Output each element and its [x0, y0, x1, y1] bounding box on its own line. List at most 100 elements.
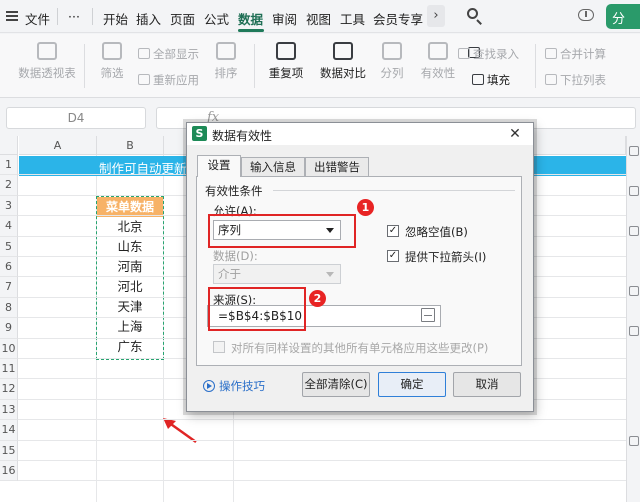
tab-insert[interactable]: 插入 — [136, 9, 161, 28]
active-tab-indicator — [238, 29, 264, 32]
dropdown-arrow-checkbox[interactable]: ✓ — [387, 250, 399, 262]
menu-separator — [57, 8, 58, 25]
tab-formula[interactable]: 公式 — [204, 9, 229, 28]
side-tool-icon[interactable] — [629, 286, 639, 296]
annotation-badge-1: 1 — [357, 199, 374, 216]
tab-page[interactable]: 页面 — [170, 9, 195, 28]
side-tool-icon[interactable] — [629, 186, 639, 196]
row-header[interactable]: 8 — [0, 297, 18, 319]
row-header[interactable]: 13 — [0, 399, 18, 421]
sort-button[interactable]: 排序 — [206, 42, 246, 81]
row-header[interactable]: 12 — [0, 379, 18, 400]
menu-file[interactable]: 文件 — [25, 9, 50, 28]
dialog-title: 数据有效性 — [212, 129, 273, 143]
row-header[interactable]: 16 — [0, 461, 18, 482]
right-side-toolbar — [626, 136, 640, 502]
data-compare-button[interactable]: 数据对比 — [314, 42, 372, 81]
dialog-titlebar[interactable]: S 数据有效性 ✕ — [187, 123, 533, 145]
menu-more[interactable]: ··· — [68, 9, 80, 24]
side-tool-icon[interactable] — [629, 226, 639, 236]
tab-data[interactable]: 数据 — [238, 9, 263, 28]
copy-selection-border — [96, 196, 164, 360]
dropdown-arrow-label[interactable]: 提供下拉箭头(I) — [405, 249, 486, 265]
row-header[interactable]: 5 — [0, 236, 18, 257]
data-compare-icon — [333, 42, 353, 60]
tab-review[interactable]: 审阅 — [272, 9, 297, 28]
search-icon[interactable] — [466, 7, 484, 25]
show-all-label: 全部显示 — [153, 47, 199, 61]
hamburger-menu-icon[interactable] — [6, 11, 18, 21]
row-header[interactable]: 3 — [0, 195, 18, 217]
split-column-button[interactable]: 分列 — [374, 42, 410, 81]
side-tool-icon[interactable] — [629, 436, 639, 446]
fill-label: 填充 — [487, 73, 510, 87]
grid-line — [18, 480, 626, 482]
share-label: 分 — [612, 12, 626, 27]
apply-all-checkbox[interactable] — [213, 341, 225, 353]
data-value: 介于 — [218, 267, 241, 281]
menu-bar: 文件 ··· 开始 插入 页面 公式 数据 审阅 视图 工具 会员专享 › 分 — [0, 0, 640, 33]
grid-line — [18, 419, 626, 421]
pivot-table-label: 数据透视表 — [18, 66, 76, 80]
column-header-a[interactable]: A — [19, 136, 97, 155]
tips-link[interactable]: 操作技巧 — [203, 378, 265, 394]
tab-tools[interactable]: 工具 — [340, 9, 365, 28]
cancel-button[interactable]: 取消 — [453, 372, 521, 397]
data-compare-label: 数据对比 — [320, 66, 366, 80]
lookup-entry-button[interactable]: 查找录入 — [458, 46, 519, 62]
row-header[interactable]: 6 — [0, 257, 18, 278]
tab-settings[interactable]: 设置 — [197, 155, 241, 177]
row-header[interactable]: 11 — [0, 359, 18, 380]
row-header[interactable]: 14 — [0, 420, 18, 441]
range-picker-icon[interactable] — [421, 308, 435, 322]
ribbon: 数据透视表 筛选 全部显示 重新应用 排序 重复项 数据对比 分列 有效性 填充… — [0, 34, 640, 98]
row-header[interactable]: 1 — [0, 155, 18, 176]
pivot-table-button[interactable]: 数据透视表 — [18, 42, 76, 81]
apply-all-label[interactable]: 对所有同样设置的其他所有单元格应用这些更改(P) — [231, 340, 488, 356]
section-title: 有效性条件 — [205, 184, 263, 198]
dropdown-list-icon — [545, 74, 557, 85]
reapply-button[interactable]: 重新应用 — [138, 72, 199, 88]
show-all-button[interactable]: 全部显示 — [138, 46, 199, 62]
grid-line — [18, 460, 626, 461]
fill-button[interactable]: 填充 — [472, 72, 510, 88]
duplicates-button[interactable]: 重复项 — [262, 42, 310, 81]
close-icon[interactable]: ✕ — [497, 123, 533, 145]
side-tool-icon[interactable] — [629, 326, 639, 336]
row-header[interactable]: 15 — [0, 440, 18, 461]
consolidate-button[interactable]: 合并计算 — [545, 46, 606, 62]
validity-label: 有效性 — [420, 66, 456, 80]
app-logo-icon: S — [192, 126, 207, 141]
chevron-right-icon[interactable]: › — [427, 5, 445, 27]
annotation-box-source — [208, 287, 306, 331]
cloud-sync-icon[interactable] — [578, 9, 594, 21]
menu-separator — [92, 8, 93, 25]
share-button[interactable]: 分 — [606, 4, 640, 29]
consolidate-label: 合并计算 — [560, 47, 606, 61]
side-tool-icon[interactable] — [629, 146, 639, 156]
column-header-b[interactable]: B — [97, 136, 164, 155]
row-header[interactable]: 9 — [0, 318, 18, 339]
tab-home[interactable]: 开始 — [103, 9, 128, 28]
row-header[interactable]: 7 — [0, 277, 18, 298]
validity-icon — [428, 42, 448, 60]
filter-button[interactable]: 筛选 — [92, 42, 132, 81]
clear-all-button[interactable]: 全部清除(C) — [302, 372, 370, 397]
row-header[interactable]: 2 — [0, 175, 18, 196]
select-all-corner[interactable] — [0, 136, 18, 155]
dropdown-list-button[interactable]: 下拉列表 — [545, 72, 606, 88]
tab-error-alert[interactable]: 出错警告 — [305, 157, 369, 176]
grid-line — [18, 439, 626, 441]
data-select[interactable]: 介于 — [213, 264, 341, 284]
ignore-blank-checkbox[interactable]: ✓ — [387, 225, 399, 237]
ignore-blank-label[interactable]: 忽略空值(B) — [405, 224, 468, 240]
name-box[interactable]: D4 — [6, 107, 146, 129]
tab-member[interactable]: 会员专享 — [373, 9, 423, 28]
row-header[interactable]: 4 — [0, 216, 18, 237]
lookup-entry-label: 查找录入 — [473, 47, 519, 61]
tab-view[interactable]: 视图 — [306, 9, 331, 28]
tab-input-message[interactable]: 输入信息 — [241, 157, 305, 176]
validity-button[interactable]: 有效性 — [416, 42, 460, 81]
row-header[interactable]: 10 — [0, 338, 18, 359]
ok-button[interactable]: 确定 — [378, 372, 446, 397]
